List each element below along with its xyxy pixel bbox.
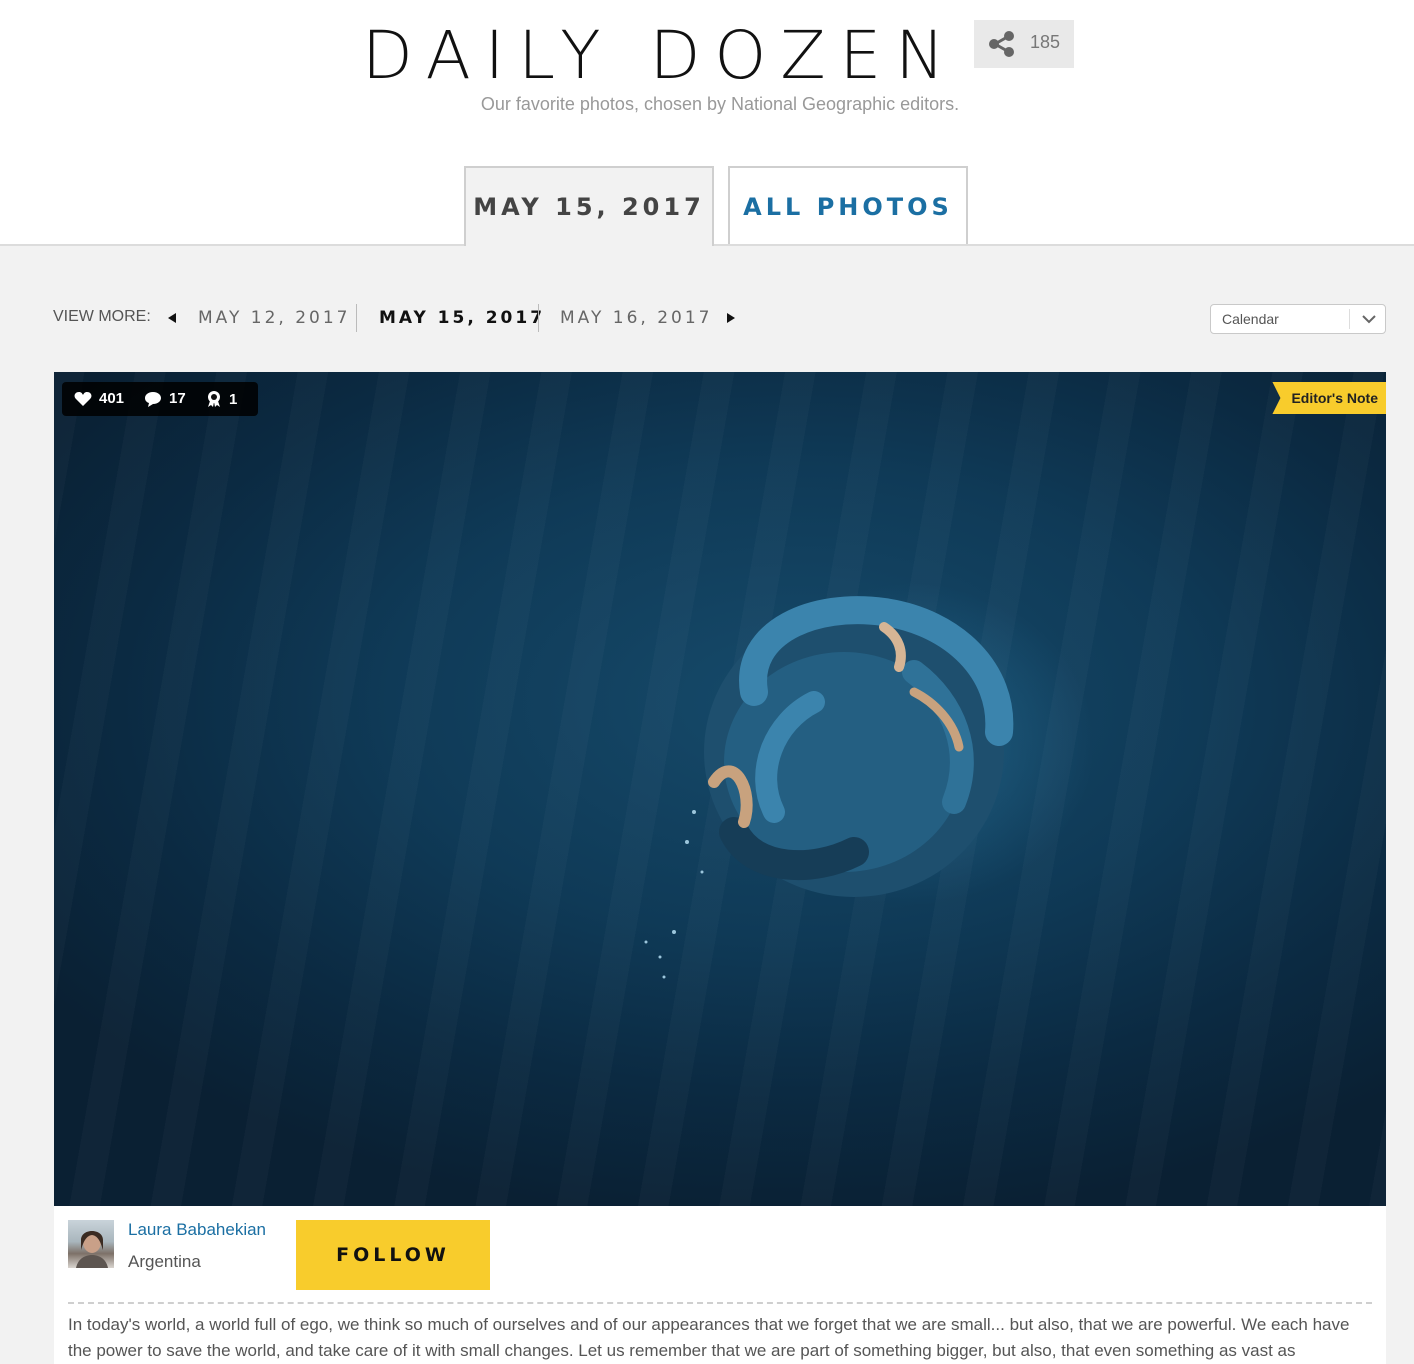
- likes-stat[interactable]: 401: [74, 390, 124, 407]
- date-divider: [538, 304, 539, 332]
- page-header: DAILY DOZEN 185 Our favorite photos, cho…: [0, 0, 1414, 246]
- share-button[interactable]: 185: [974, 20, 1074, 68]
- share-count: 185: [1030, 32, 1061, 52]
- comment-icon: [145, 391, 161, 407]
- awards-stat[interactable]: 1: [206, 390, 237, 408]
- comments-count: 17: [169, 390, 186, 407]
- date-link-next[interactable]: MAY 16, 2017: [560, 308, 712, 328]
- diver-figure-image: [644, 596, 1014, 979]
- heart-icon: [74, 391, 92, 406]
- view-more-label: VIEW MORE:: [53, 308, 151, 325]
- photo-caption: In today's world, a world full of ego, w…: [68, 1315, 1350, 1360]
- date-link-current[interactable]: MAY 15, 2017: [379, 308, 545, 328]
- calendar-select[interactable]: Calendar: [1210, 304, 1386, 334]
- photo-stats: 401 17 1: [62, 382, 258, 416]
- divider: [68, 1302, 1372, 1304]
- share-icon: [989, 31, 1014, 57]
- avatar[interactable]: [68, 1220, 114, 1268]
- tab-current-date[interactable]: MAY 15, 2017: [464, 166, 714, 246]
- date-link-prev[interactable]: MAY 12, 2017: [198, 308, 350, 328]
- awards-count: 1: [229, 390, 238, 408]
- featured-photo[interactable]: 401 17 1 Editor's Note: [54, 372, 1386, 1206]
- tab-all-photos[interactable]: ALL PHOTOS: [728, 166, 968, 246]
- avatar-image: [76, 1231, 108, 1268]
- photo-details-card: Laura Babahekian Argentina FOLLOW In tod…: [54, 1206, 1386, 1364]
- chevron-down-icon: [1362, 315, 1376, 324]
- author-country: Argentina: [128, 1252, 201, 1271]
- select-divider: [1349, 309, 1350, 329]
- follow-button[interactable]: FOLLOW: [296, 1220, 490, 1290]
- comments-stat[interactable]: 17: [144, 390, 186, 407]
- calendar-select-value: Calendar: [1222, 311, 1279, 327]
- page-title: DAILY DOZEN: [362, 17, 959, 94]
- prev-arrow-icon[interactable]: [168, 313, 176, 323]
- editors-note-badge[interactable]: Editor's Note: [1272, 382, 1386, 414]
- next-arrow-icon[interactable]: [727, 313, 735, 323]
- likes-count: 401: [99, 390, 125, 407]
- main-content: VIEW MORE: MAY 12, 2017 MAY 15, 2017 MAY…: [0, 244, 1414, 1364]
- page-subtitle: Our favorite photos, chosen by National …: [480, 94, 960, 114]
- date-divider: [356, 304, 357, 332]
- author-name-link[interactable]: Laura Babahekian: [128, 1220, 266, 1240]
- award-icon: [208, 391, 220, 407]
